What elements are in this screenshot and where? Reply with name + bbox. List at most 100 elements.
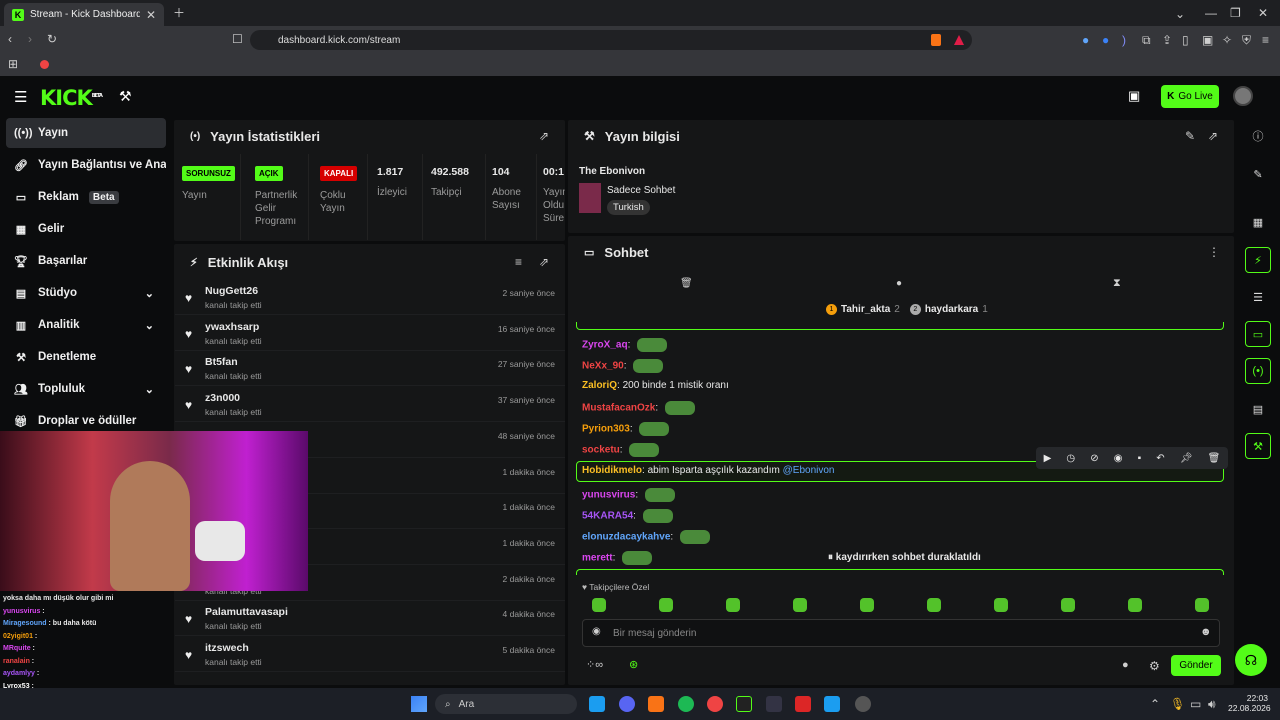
reload-icon[interactable]: ↻	[47, 33, 57, 45]
popout-icon[interactable]: ⇗	[539, 130, 549, 142]
close-tab-icon[interactable]: ✕	[146, 9, 156, 21]
screen-share-icon[interactable]: ▣	[1128, 89, 1140, 102]
kick-logo[interactable]: KICKBETA	[40, 86, 103, 110]
wallet-icon[interactable]: ▣	[1202, 34, 1213, 46]
sidebar-item-yayin[interactable]: ((•)) Yayın	[6, 118, 166, 148]
settings-gear-icon[interactable]: ⚙	[1149, 660, 1160, 672]
volume-icon[interactable]: 🔊︎	[1208, 698, 1216, 710]
chat-username[interactable]: 54KARA54	[582, 511, 633, 522]
close-window-icon[interactable]: ✕	[1258, 7, 1268, 19]
activity-bolt-icon[interactable]: ⚡︎	[1245, 247, 1271, 273]
spotify-icon[interactable]	[678, 696, 694, 712]
edit-icon[interactable]: ✎	[1245, 161, 1271, 187]
go-live-button[interactable]: K Go Live	[1161, 85, 1219, 108]
sidebar-item-topluluk[interactable]: 👥︎ Topluluk ⌄	[6, 374, 166, 404]
chat-username[interactable]: MustafacanOzk	[582, 403, 655, 414]
maximize-icon[interactable]: ❐	[1230, 7, 1241, 19]
send-button[interactable]: Gönder	[1171, 655, 1221, 676]
trash-icon[interactable]: 🗑︎	[680, 279, 693, 289]
trash-icon[interactable]: 🗑︎	[1208, 453, 1221, 464]
edit-icon[interactable]: ✎	[1185, 130, 1195, 142]
list-item[interactable]: ♥ ywaxhsarp kanalı takip etti 16 saniye önc…	[175, 315, 565, 351]
tools-rail-icon[interactable]: ⚒	[1245, 433, 1271, 459]
windows-start-icon[interactable]	[411, 696, 427, 712]
chat-username[interactable]: NeXx_90	[582, 361, 624, 372]
network-icon[interactable]: ▭	[1190, 698, 1201, 710]
mention[interactable]: @Ebonivon	[783, 465, 835, 476]
clock[interactable]: 22:03 22.08.2026	[1228, 693, 1271, 713]
chat-message[interactable]: yunusvirus:	[582, 488, 675, 502]
more-options-icon[interactable]: ⋮	[1208, 246, 1220, 258]
list-item[interactable]: ♥ Bt5fan kanalı takip etti 27 saniye önce	[175, 350, 565, 387]
chat-settings-bubble-icon[interactable]: ●	[1122, 660, 1129, 671]
leo-icon[interactable]: ✧	[1222, 34, 1232, 46]
timeout-icon[interactable]: ◷	[1066, 453, 1075, 464]
sidebar-item-studyo[interactable]: ▤ Stüdyo ⌄	[6, 278, 166, 308]
minimize-icon[interactable]: —	[1205, 7, 1217, 19]
back-icon[interactable]: ‹	[8, 33, 12, 45]
chat-username[interactable]: yunusvirus	[582, 490, 635, 501]
forward-icon[interactable]: ›	[28, 33, 32, 45]
extension-3-icon[interactable]: )	[1122, 34, 1126, 46]
popout-icon[interactable]: ⇗	[1208, 130, 1218, 142]
discord-icon[interactable]	[619, 696, 635, 712]
hamburger-menu-icon[interactable]: ☰	[14, 90, 27, 105]
sidebar-item-gelir[interactable]: ▦ Gelir	[6, 214, 166, 244]
list-item[interactable]: ♥ z3n000 kanalı takip etti 37 saniye önce	[175, 386, 565, 423]
list-icon[interactable]: ☰	[1245, 284, 1271, 310]
extension-2-icon[interactable]: ●	[1102, 34, 1109, 46]
chat-bubble-icon[interactable]: ●	[896, 279, 902, 289]
share-icon[interactable]: ⇪	[1162, 34, 1172, 46]
media-icon[interactable]: ▦	[1245, 209, 1271, 235]
browser-tab[interactable]: K Stream - Kick Dashboard ✕	[4, 3, 164, 26]
chat-message[interactable]: NeXx_90:	[582, 359, 664, 373]
extension-icon[interactable]: ●	[1082, 34, 1089, 46]
list-item[interactable]: ♥ itzswech kanalı takip etti 5 dakika önce	[175, 636, 565, 672]
brave-icon[interactable]	[648, 696, 664, 712]
emoji-icon[interactable]: ☻	[1200, 627, 1212, 638]
emote-button[interactable]	[1061, 598, 1075, 612]
list-item[interactable]: ♥ Palamuttavasapi kanalı takip etti 4 dakik…	[175, 600, 565, 637]
emote-button[interactable]	[1195, 598, 1209, 612]
chat-username[interactable]: merett	[582, 553, 613, 564]
chat-rail-icon[interactable]: ▭	[1245, 321, 1271, 347]
support-headset-button[interactable]: ☊	[1235, 644, 1267, 676]
emote-button[interactable]	[860, 598, 874, 612]
emote-button[interactable]	[994, 598, 1008, 612]
undo-icon[interactable]: ↶	[1156, 453, 1164, 464]
emote-button[interactable]	[726, 598, 740, 612]
app-3-icon[interactable]	[766, 696, 782, 712]
brave-shield-icon[interactable]	[931, 34, 941, 46]
chat-username[interactable]: elonuzdacaykahve	[582, 532, 670, 543]
stream-preview-video[interactable]	[0, 431, 308, 591]
emote-button[interactable]	[793, 598, 807, 612]
chat-message[interactable]: elonuzdacaykahve:	[582, 530, 710, 544]
chat-username[interactable]: ZyroX_aq	[582, 340, 628, 351]
apps-icon[interactable]: ⊞	[8, 58, 18, 70]
slot-icon[interactable]: ⁘∞	[586, 660, 603, 671]
url-field[interactable]: dashboard.kick.com/stream	[250, 30, 972, 50]
emote-button[interactable]	[592, 598, 606, 612]
reply-icon[interactable]: ◉	[1114, 453, 1123, 464]
app-2-icon[interactable]	[736, 696, 752, 712]
chat-username[interactable]: Pyrion303	[582, 424, 630, 435]
chat-message[interactable]: Pyrion303:	[582, 422, 670, 436]
bookmark-icon[interactable]: ☐	[232, 33, 243, 45]
chat-message-input[interactable]: Bir mesaj gönderin	[582, 619, 1220, 647]
chat-message[interactable]: MustafacanOzk:	[582, 401, 695, 415]
hourglass-icon[interactable]: ⧗	[1113, 278, 1121, 289]
chat-username[interactable]: ZaloriQ	[582, 380, 617, 391]
chat-username[interactable]: Hobidikmelo	[582, 465, 642, 476]
kick-emote-icon[interactable]: ⊛	[629, 660, 638, 671]
popout-icon[interactable]: ⇗	[539, 256, 549, 268]
microphone-icon[interactable]: 🎙︎	[1170, 698, 1185, 710]
app-4-icon[interactable]	[795, 696, 811, 712]
app-6-icon[interactable]	[855, 696, 871, 712]
taskbar-search[interactable]: ⌕ Ara	[435, 694, 577, 714]
play-icon[interactable]: ▶	[1044, 453, 1052, 464]
tab-search-icon[interactable]: ⌄	[1175, 8, 1185, 20]
chat-message[interactable]: Hobidikmelo: abim Isparta aşçılık kazand…	[582, 465, 835, 476]
filter-icon[interactable]: ≡	[515, 256, 522, 268]
broadcast-rail-icon[interactable]: (•)	[1245, 358, 1271, 384]
badge-icon[interactable]: ◉	[592, 627, 601, 637]
